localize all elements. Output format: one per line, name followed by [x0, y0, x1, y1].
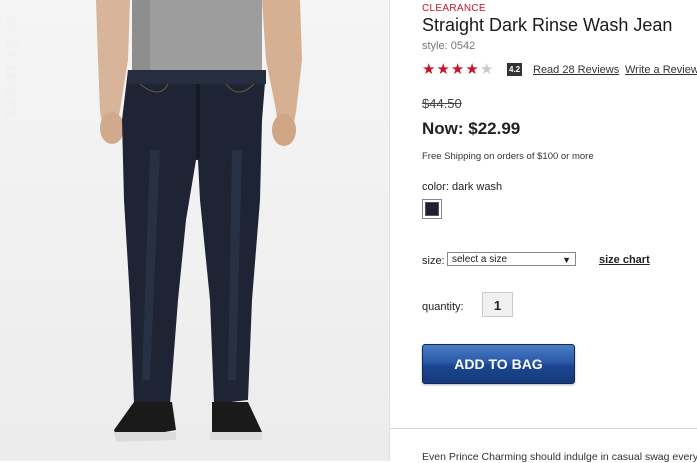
read-reviews-link[interactable]: Read 28 Reviews — [533, 64, 619, 76]
dropdown-arrow-icon: ▼ — [562, 255, 571, 265]
quantity-label: quantity: — [422, 301, 464, 313]
product-photo: Ladies.ep.ua — [0, 0, 390, 461]
quantity-input[interactable]: 1 — [482, 292, 513, 317]
rating-score-badge: 4.2 — [507, 63, 523, 76]
section-divider — [390, 428, 697, 429]
jeans-model-image — [96, 0, 302, 442]
star-icon: ★ — [436, 61, 451, 78]
size-select[interactable]: select a size ▼ — [447, 252, 576, 266]
product-title: Straight Dark Rinse Wash Jean — [422, 15, 673, 35]
sale-price: Now: $22.99 — [422, 119, 521, 138]
star-icon: ★ — [422, 61, 437, 78]
style-number: style: 0542 — [422, 40, 476, 52]
size-label: size: — [422, 255, 445, 267]
shipping-note: Free Shipping on orders of $100 or more — [422, 151, 594, 162]
star-icon: ★ — [450, 61, 466, 78]
watermark-text: Ladies.ep.ua — [3, 14, 19, 117]
color-label: color: dark wash — [422, 181, 503, 193]
star-icon: ★ — [465, 61, 480, 78]
size-select-value: select a size — [452, 254, 508, 265]
clearance-label: CLEARANCE — [422, 3, 486, 14]
star-rating: ★★★★★ — [422, 62, 494, 78]
color-swatch-dark-wash[interactable] — [422, 199, 442, 219]
add-to-bag-button[interactable]: ADD TO BAG — [422, 344, 575, 384]
original-price: $44.50 — [422, 96, 462, 111]
swatch-fill — [425, 202, 439, 216]
product-description: Even Prince Charming should indulge in c… — [422, 451, 697, 463]
size-chart-link[interactable]: size chart — [599, 254, 650, 266]
star-empty-icon: ★ — [479, 61, 495, 78]
write-review-link[interactable]: Write a Review — [625, 64, 697, 76]
